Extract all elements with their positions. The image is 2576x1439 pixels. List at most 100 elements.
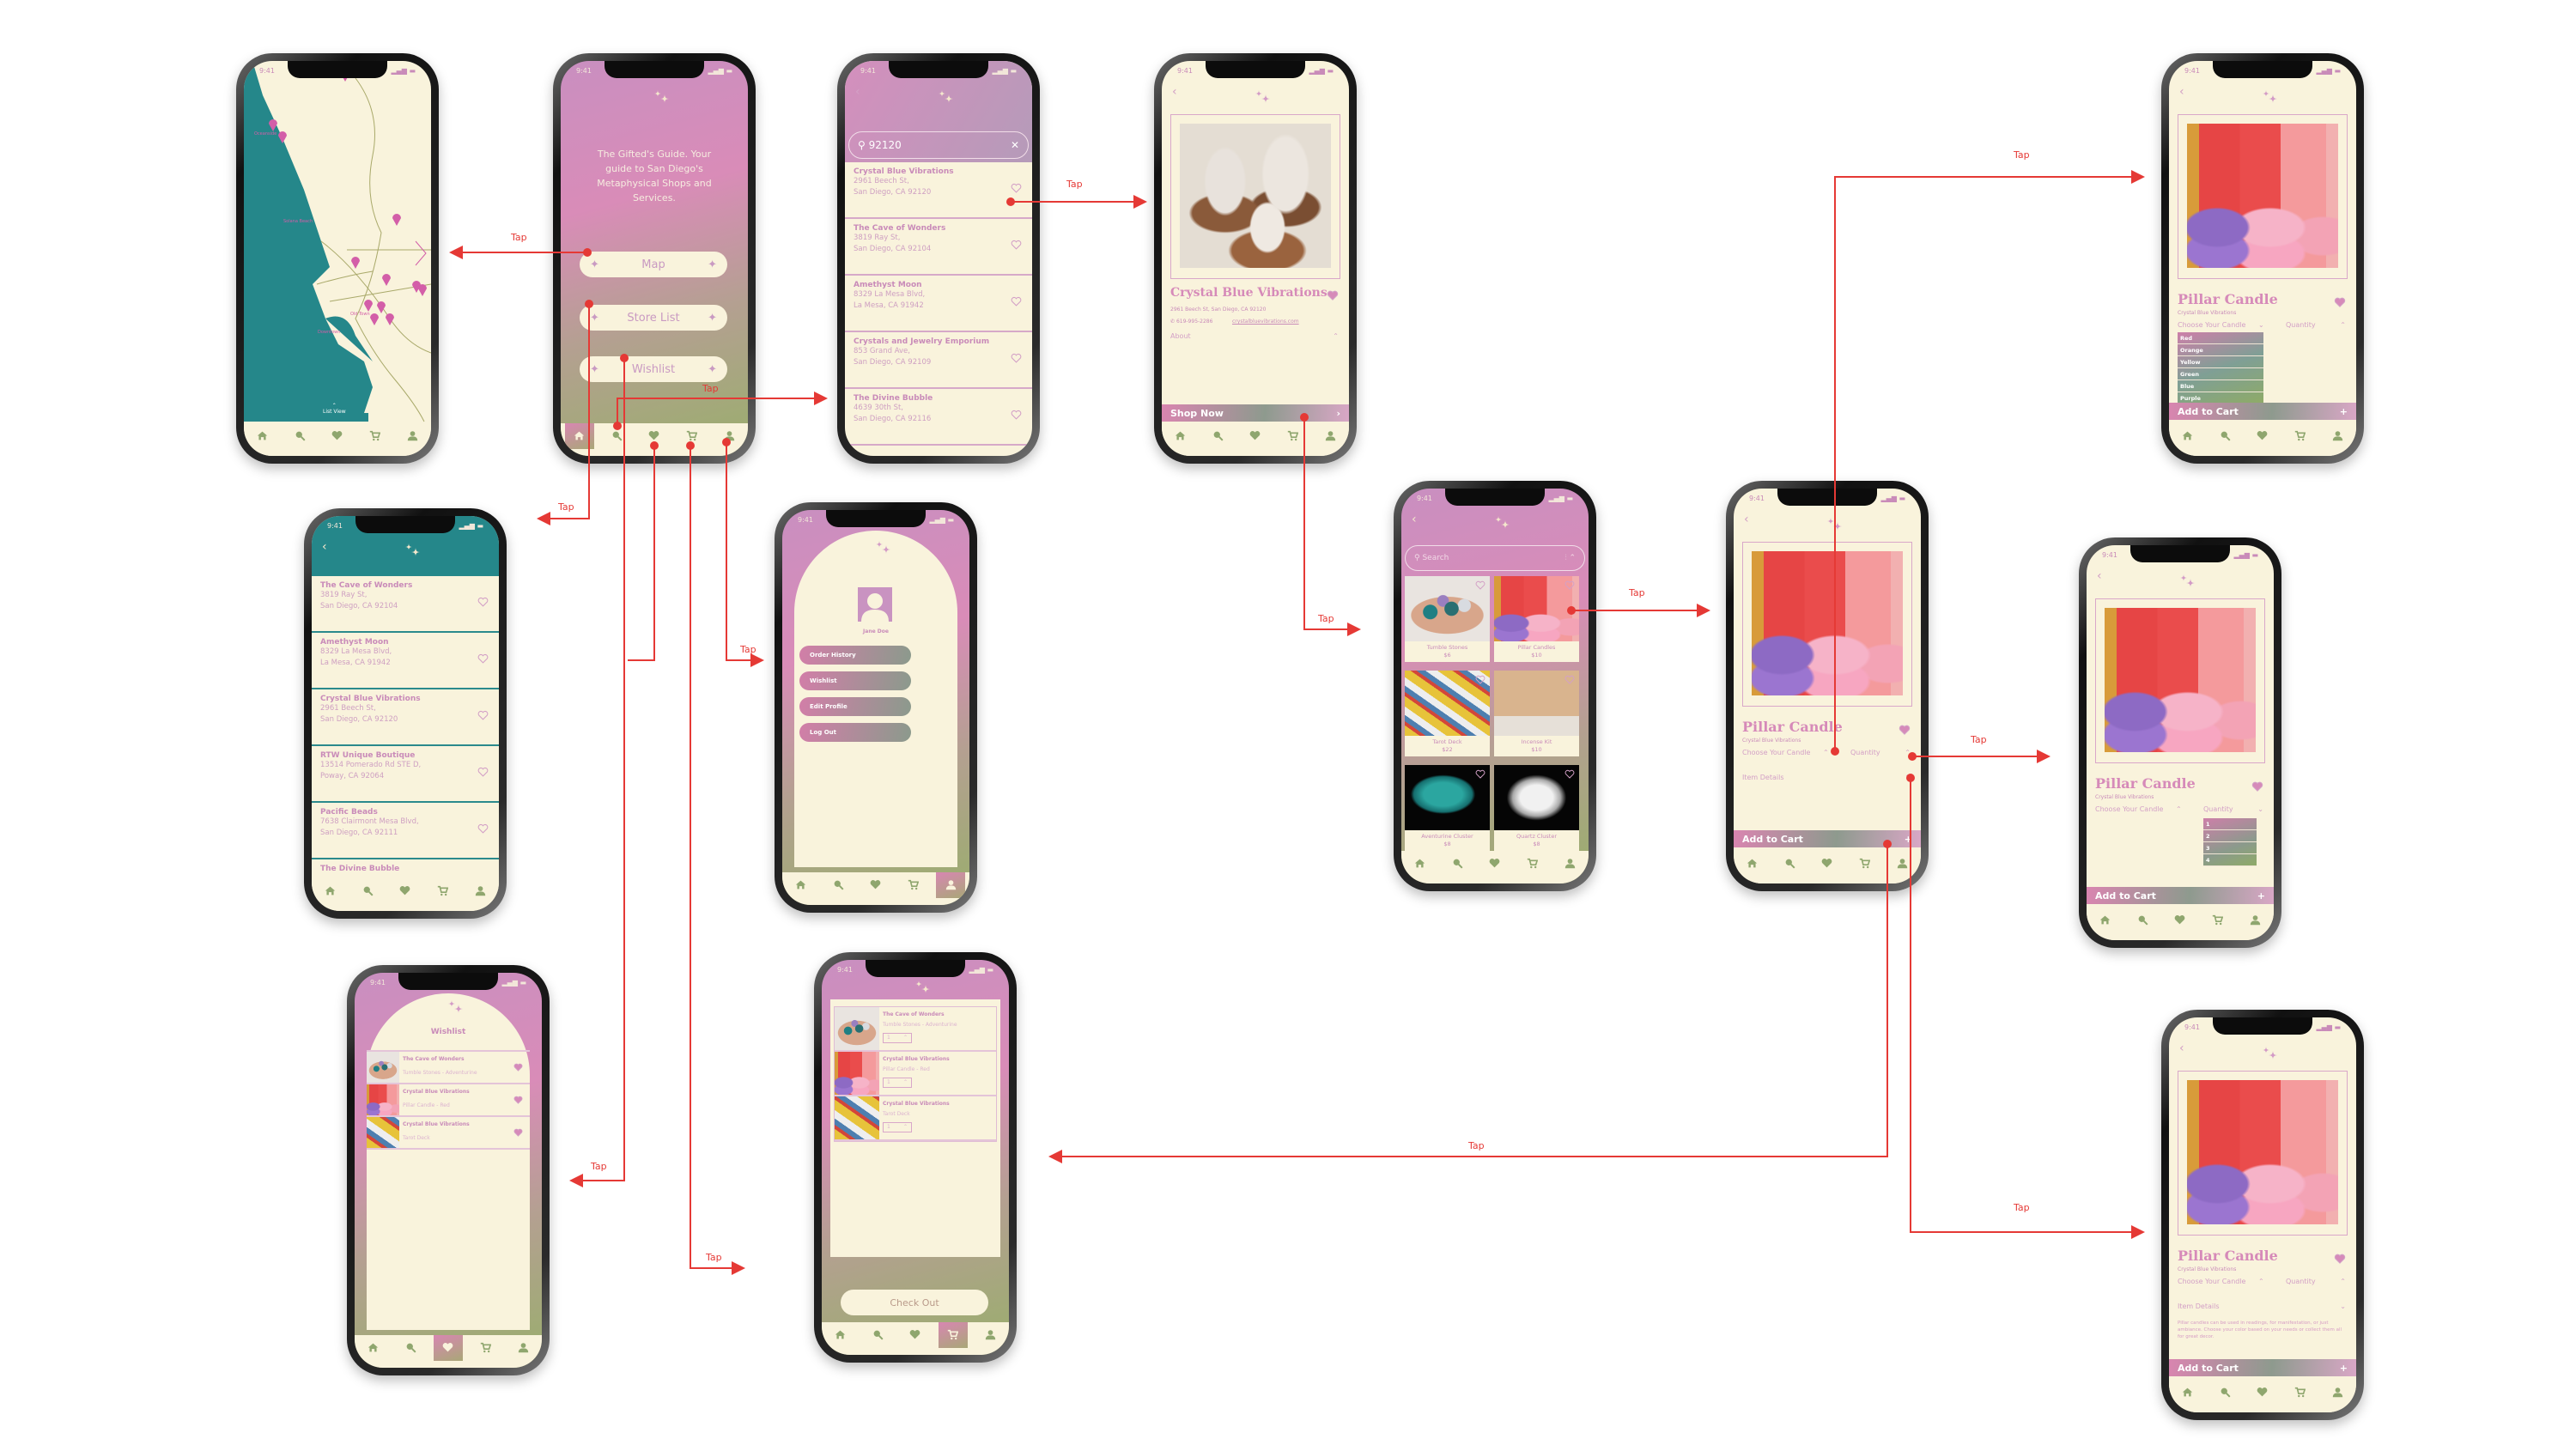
clear-search-button[interactable]: ✕	[1011, 139, 1019, 151]
heart-icon[interactable]	[1475, 580, 1485, 590]
nav-home[interactable]	[787, 879, 816, 905]
shop-now-button[interactable]: Shop Now ›	[1162, 404, 1349, 422]
choose-candle-dropdown[interactable]: Choose Your Candle	[2178, 1278, 2245, 1285]
nav-cart[interactable]	[899, 879, 928, 905]
nav-cart[interactable]	[471, 1342, 501, 1368]
nav-cart[interactable]	[677, 430, 707, 456]
chevron-up-icon[interactable]: ⌃	[2340, 321, 2346, 329]
nav-home[interactable]	[1166, 430, 1195, 456]
nav-search[interactable]	[353, 885, 382, 911]
map-pin-icon[interactable]	[370, 313, 379, 325]
quantity-dropdown-toggle[interactable]: Quantity	[2203, 805, 2233, 813]
store-row[interactable]: Crystal Blue Vibrations 2961 Beech St, San…	[845, 162, 1032, 219]
product-tile[interactable]: Aventurine Cluster $8	[1405, 765, 1490, 851]
wishlist-item[interactable]: Crystal Blue Vibrations Tarot Deck	[367, 1117, 530, 1150]
nav-search[interactable]	[823, 879, 853, 905]
heart-icon[interactable]	[477, 767, 489, 777]
nav-search[interactable]	[2210, 430, 2239, 456]
back-button[interactable]: ‹	[2179, 85, 2184, 99]
home-wishlist-button[interactable]: ✦ Wishlist ✦	[580, 356, 727, 382]
nav-heart[interactable]	[901, 1329, 930, 1355]
nav-user[interactable]	[936, 872, 966, 898]
nav-user[interactable]	[1315, 430, 1345, 456]
nav-search[interactable]	[285, 430, 314, 456]
quantity-stepper[interactable]: 1 ⌃	[883, 1122, 912, 1132]
nav-search[interactable]	[1775, 858, 1804, 883]
map-pin-icon[interactable]	[364, 300, 373, 312]
chevron-up-icon[interactable]: ⌃	[1905, 749, 1911, 756]
nav-search[interactable]	[1203, 430, 1232, 456]
store-row[interactable]: Amethyst Moon 8329 La Mesa Blvd, La Mesa, …	[312, 633, 499, 689]
item-details-toggle[interactable]: Item Details	[2178, 1302, 2220, 1310]
home-store-list-button[interactable]: ✦ Store List ✦	[580, 305, 727, 331]
list-view-button[interactable]: ⌃ List View	[323, 403, 346, 415]
nav-cart[interactable]	[938, 1322, 968, 1348]
heart-icon[interactable]	[1564, 580, 1575, 590]
heart-icon[interactable]	[513, 1063, 523, 1072]
back-button[interactable]: ‹	[1412, 513, 1417, 526]
nav-home[interactable]	[564, 423, 594, 449]
nav-heart[interactable]	[1813, 858, 1842, 883]
nav-home[interactable]	[316, 885, 345, 911]
map-pin-icon[interactable]	[351, 257, 360, 269]
color-option[interactable]: Yellow	[2178, 356, 2263, 368]
nav-search[interactable]	[396, 1342, 425, 1368]
nav-user[interactable]	[2240, 914, 2269, 940]
nav-home[interactable]	[248, 430, 277, 456]
about-toggle[interactable]: About	[1170, 332, 1191, 340]
back-button[interactable]: ‹	[1172, 85, 1177, 99]
add-to-cart-button[interactable]: Add to Cart +	[1734, 830, 1921, 847]
back-button[interactable]: ‹	[322, 540, 327, 554]
nav-home[interactable]	[359, 1342, 388, 1368]
back-button[interactable]: ‹	[1744, 513, 1749, 526]
wishlist-item[interactable]: Crystal Blue Vibrations Pillar Candle - R…	[367, 1084, 530, 1117]
item-details-toggle[interactable]: Item Details	[1742, 774, 1784, 781]
map-pin-icon[interactable]	[386, 313, 394, 325]
nav-heart[interactable]	[391, 885, 420, 911]
chevron-up-icon[interactable]: ⌃	[2176, 805, 2182, 813]
nav-search[interactable]	[863, 1329, 892, 1355]
nav-heart[interactable]	[1241, 430, 1270, 456]
nav-heart[interactable]	[2166, 914, 2195, 940]
nav-search[interactable]	[2210, 1387, 2239, 1412]
store-row[interactable]: The Cave of Wonders 3819 Ray St, San Diego…	[312, 576, 499, 633]
choose-candle-dropdown[interactable]: Choose Your Candle	[2178, 321, 2245, 329]
nav-user[interactable]	[2323, 1387, 2352, 1412]
heart-icon[interactable]	[1564, 675, 1575, 684]
quantity-option[interactable]: 2	[2203, 830, 2257, 842]
nav-home[interactable]	[2173, 430, 2202, 456]
nav-user[interactable]	[465, 885, 495, 911]
nav-cart[interactable]	[428, 885, 458, 911]
heart-icon[interactable]	[1011, 183, 1022, 193]
chevron-down-icon[interactable]: ⌄	[2257, 805, 2263, 813]
filter-icon[interactable]: ⫶ ⌃	[1564, 554, 1576, 562]
nav-user[interactable]	[508, 1342, 538, 1368]
nav-search[interactable]	[602, 430, 631, 456]
nav-user[interactable]	[398, 430, 427, 456]
heart-icon[interactable]	[1899, 725, 1911, 735]
nav-search[interactable]	[1443, 858, 1472, 883]
nav-cart[interactable]	[2203, 914, 2233, 940]
nav-home[interactable]	[826, 1329, 855, 1355]
heart-icon[interactable]	[1011, 240, 1022, 250]
choose-candle-dropdown[interactable]: Choose Your Candle	[1742, 749, 1810, 756]
color-option[interactable]: Green	[2178, 368, 2263, 380]
chevron-up-icon[interactable]: ⌃	[2340, 1278, 2346, 1285]
heart-icon[interactable]	[2334, 297, 2346, 307]
add-to-cart-button[interactable]: Add to Cart +	[2169, 403, 2356, 420]
heart-icon[interactable]	[1475, 769, 1485, 779]
nav-cart[interactable]	[1279, 430, 1308, 456]
map-pin-icon[interactable]	[377, 301, 386, 313]
back-button[interactable]: ‹	[2179, 1041, 2184, 1055]
heart-icon[interactable]	[477, 710, 489, 720]
map-pin-icon[interactable]	[382, 274, 391, 286]
nav-cart[interactable]	[2286, 1387, 2315, 1412]
chevron-down-icon[interactable]: ⌄	[2340, 1302, 2346, 1310]
chevron-down-icon[interactable]: ⌄	[2258, 321, 2264, 329]
store-row[interactable]: Crystals and Jewelry Emporium 853 Grand A…	[845, 332, 1032, 389]
color-option[interactable]: Blue	[2178, 380, 2263, 392]
store-row[interactable]: Crystal Blue Vibrations 2961 Beech St, San…	[312, 689, 499, 746]
quantity-stepper[interactable]: 1 ⌃	[883, 1033, 912, 1043]
store-row[interactable]: RTW Unique Boutique 13514 Pomerado Rd STE…	[312, 746, 499, 803]
chevron-up-icon[interactable]: ⌃	[1823, 749, 1829, 756]
